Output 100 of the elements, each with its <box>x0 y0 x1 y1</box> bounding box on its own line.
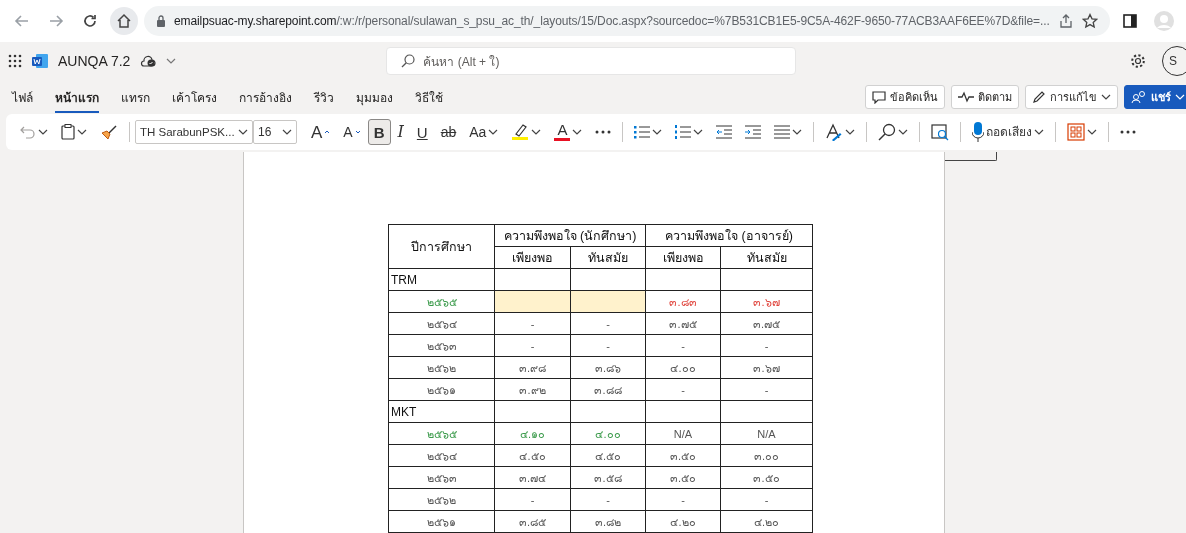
table-cell: ๒๕๖๓ <box>388 466 495 489</box>
word-logo-icon <box>32 54 48 68</box>
bullets-icon <box>634 125 651 139</box>
chevron-down-icon[interactable] <box>845 127 856 137</box>
bold-button[interactable]: B <box>367 119 391 145</box>
decrease-indent-icon <box>716 125 733 139</box>
table-cell: - <box>720 488 813 511</box>
chevron-down-icon[interactable] <box>282 127 292 137</box>
chevron-down-icon[interactable] <box>572 127 583 137</box>
app-launcher-icon[interactable] <box>8 54 22 68</box>
column-header: ความพึงพอใจ (อาจารย์) <box>645 224 813 247</box>
ribbon-tab[interactable]: รีวิว <box>314 81 334 113</box>
table-cell: ๓.๘๘ <box>570 378 646 401</box>
cloud-check-icon <box>140 55 157 67</box>
styles-icon <box>825 123 844 141</box>
settings-icon[interactable] <box>1130 53 1146 69</box>
table-cell: ๔.๐๐ <box>645 356 721 379</box>
table-cell: ๒๕๖๔ <box>388 312 495 335</box>
comment-icon <box>872 90 886 104</box>
chevron-down-icon[interactable] <box>238 127 248 137</box>
chevron-down-icon[interactable] <box>1034 127 1045 137</box>
table-cell: ๔.๑๐ <box>494 422 571 445</box>
reload-icon[interactable] <box>82 13 98 29</box>
shrink-button[interactable]: A <box>337 119 367 145</box>
table-cell: ๓.๕๐ <box>720 466 813 489</box>
chevron-down-icon[interactable] <box>77 127 87 137</box>
table-cell: ๓.๘๒ <box>570 510 646 533</box>
table-cell: ๓.๖๗ <box>720 290 813 313</box>
table-cell: ๒๕๖๓ <box>388 334 495 357</box>
strike-button[interactable]: ab <box>434 119 463 145</box>
table-cell: ๒๕๖๒ <box>388 356 495 379</box>
chevron-down-icon[interactable] <box>898 127 909 137</box>
fontcolor-button[interactable]: A <box>548 119 589 145</box>
ribbon-tab[interactable]: เค้าโครง <box>172 81 217 113</box>
url-text: emailpsuac-my.sharepoint.com/:w:/r/personal/sulawan_s_psu_ac_th/_layouts/15/Doc.aspx?sourcedoc=%7B531CB1E5-9C5A-462F-9650-77ACB3AAF6EE%7D&file=... <box>174 14 1050 28</box>
grow-button[interactable]: A <box>305 119 337 145</box>
align-icon <box>774 125 791 139</box>
document-title[interactable]: AUNQA 7.2 <box>58 53 131 69</box>
column-header: ความพึงพอใจ (นักศึกษา) <box>494 224 646 247</box>
table-cell: - <box>720 334 813 357</box>
shrink-caret-icon <box>354 129 361 135</box>
chevron-down-icon[interactable] <box>693 127 704 137</box>
table-cell: - <box>720 378 813 401</box>
side-panel-icon[interactable] <box>1122 13 1138 29</box>
clipboard-icon <box>61 124 75 140</box>
font-size-dropdown[interactable]: 16 <box>253 120 297 144</box>
bookmark-star-icon[interactable] <box>1082 13 1098 29</box>
forward-icon[interactable] <box>48 13 64 29</box>
ribbon-tab[interactable]: วิธีใช้ <box>415 81 443 113</box>
table-cell: ๔.๒๐ <box>645 510 721 533</box>
table-cell: N/A <box>645 422 721 445</box>
share-button[interactable]: แชร์ <box>1124 85 1186 109</box>
lock-icon <box>156 15 166 27</box>
designer-icon <box>931 123 950 141</box>
chevron-down-icon[interactable] <box>1087 127 1098 137</box>
share-icon[interactable] <box>1058 13 1074 29</box>
address-bar[interactable]: emailpsuac-my.sharepoint.com/:w:/r/personal/sulawan_s_psu_ac_th/_layouts/15/Doc.aspx?sourcedoc=%7B531CB1E5-9C5A-462F-9650-77ACB3AAF6EE%7D&file=... <box>144 6 1110 36</box>
group-label: TRM <box>388 268 495 291</box>
microphone-icon <box>972 122 985 142</box>
column-header: เพียงพอ <box>494 246 571 269</box>
table-cell: ๓.๕๘ <box>570 466 646 489</box>
home-icon[interactable] <box>116 13 132 29</box>
ribbon-tab[interactable]: มุมมอง <box>356 81 393 113</box>
column-header: ทันสมัย <box>570 246 646 269</box>
group-label: MKT <box>388 400 495 423</box>
table-cell: ๓.๙๒ <box>494 378 571 401</box>
table-cell: - <box>494 334 571 357</box>
catch-up-button[interactable]: ติดตาม <box>951 85 1019 109</box>
brush-icon <box>100 124 118 140</box>
column-header: ปีการศึกษา <box>388 224 495 269</box>
chevron-down-icon[interactable] <box>1175 92 1185 102</box>
table-cell: N/A <box>720 422 813 445</box>
back-icon[interactable] <box>14 13 30 29</box>
chevron-down-icon[interactable] <box>792 127 803 137</box>
ribbon-tab[interactable]: แทรก <box>121 81 150 113</box>
table-cell: ๓.๙๘ <box>494 356 571 379</box>
font-name-dropdown[interactable]: TH SarabunPSK... <box>135 120 253 144</box>
chevron-down-icon[interactable] <box>652 127 663 137</box>
dictate-button[interactable]: ถอดเสียง <box>966 119 1051 145</box>
italic-button[interactable]: I <box>391 119 410 145</box>
chevron-down-icon[interactable] <box>531 127 542 137</box>
pulse-icon <box>958 91 974 103</box>
numbering-icon <box>675 125 692 139</box>
ribbon-tab[interactable]: ไฟล์ <box>12 81 33 113</box>
table-cell: ๓.๗๕ <box>720 312 813 335</box>
comments-button[interactable]: ข้อคิดเห็น <box>865 85 945 109</box>
editing-button[interactable]: การแก้ไข <box>1025 85 1118 109</box>
more-icon <box>1120 130 1137 134</box>
chevron-down-icon[interactable] <box>488 127 499 137</box>
ribbon-tab[interactable]: หน้าแรก <box>55 81 99 113</box>
case-button[interactable]: Aa <box>463 119 505 145</box>
column-header: ทันสมัย <box>720 246 813 269</box>
table-cell: ๔.๒๐ <box>720 510 813 533</box>
chevron-down-icon[interactable] <box>1101 92 1111 102</box>
column-header: เพียงพอ <box>645 246 721 269</box>
table-cell: ๓.๖๗ <box>720 356 813 379</box>
ribbon-tab[interactable]: การอ้างอิง <box>239 81 292 113</box>
chevron-down-icon[interactable] <box>38 127 48 137</box>
underline-button[interactable]: U <box>410 119 434 145</box>
search-field[interactable]: ค้นหา (Alt + ใ) <box>386 47 797 75</box>
